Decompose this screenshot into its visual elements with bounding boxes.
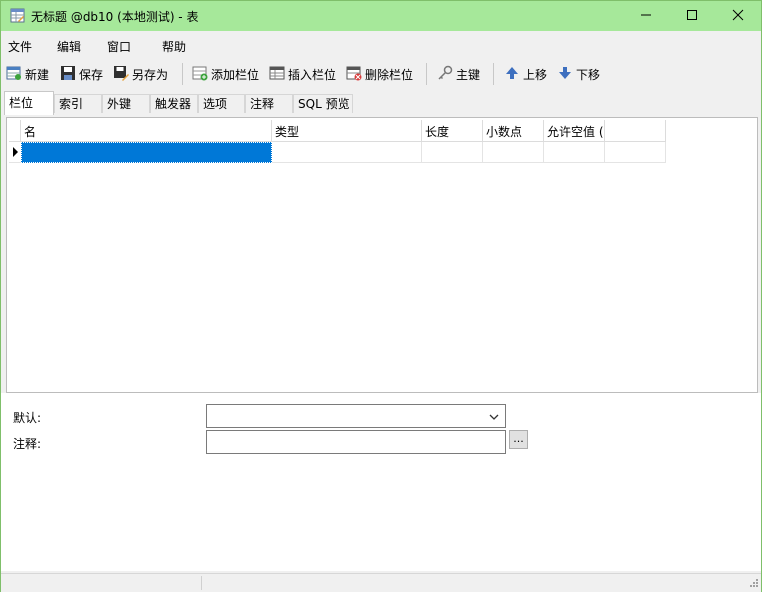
save-button[interactable]: 保存 [60,64,103,84]
menu-file[interactable]: 文件 [8,38,32,55]
move-up-label: 上移 [523,67,548,82]
move-up-button[interactable]: 上移 [504,64,547,84]
maximize-button[interactable] [669,1,715,31]
table-cell-name[interactable] [21,142,272,163]
columns-grid[interactable]: 名 类型 长度 小数点 允许空值 ( [6,117,758,393]
table-cell-type[interactable] [272,142,422,163]
table-designer-window: 无标题 @db10 (本地测试) - 表 文件 编辑 窗口 帮助 新建 保存 另… [0,0,762,592]
arrow-down-icon [557,65,573,84]
row-header-corner [9,120,21,142]
status-bar [1,573,761,592]
move-down-label: 下移 [576,67,601,82]
window-title: 无标题 @db10 (本地测试) - 表 [31,10,199,24]
tab-sql-preview[interactable]: SQL 预览 [293,94,353,113]
status-divider [201,576,202,590]
delete-column-label: 删除栏位 [365,67,414,82]
default-select[interactable] [206,404,506,428]
toolbar-separator [493,63,494,85]
table-app-icon [10,8,25,23]
new-label: 新建 [25,67,50,82]
insert-column-button[interactable]: 插入栏位 [269,64,336,84]
new-table-icon [6,65,22,84]
toolbar-separator [182,63,183,85]
title-bar: 无标题 @db10 (本地测试) - 表 [1,1,761,31]
comment-label: 注释: [13,437,42,451]
minimize-button[interactable] [623,1,669,31]
table-cell-extra[interactable] [605,142,666,163]
default-label: 默认: [13,411,42,425]
insert-column-label: 插入栏位 [288,67,337,82]
column-header-extra[interactable] [605,120,666,142]
comment-ellipsis-button[interactable]: ... [509,430,528,449]
menu-help[interactable]: 帮助 [162,38,186,55]
minimize-icon [640,9,652,24]
toolbar-separator [426,63,427,85]
save-label: 保存 [79,67,104,82]
column-header-length[interactable]: 长度 [422,120,483,142]
menu-bar: 文件 编辑 窗口 帮助 [1,31,761,59]
table-cell-decimals[interactable] [483,142,544,163]
save-icon [60,65,76,84]
column-header-allow-null[interactable]: 允许空值 ( [544,120,605,142]
key-icon [437,65,453,84]
close-icon [732,9,744,24]
tab-options[interactable]: 选项 [198,94,245,113]
column-header-type[interactable]: 类型 [272,120,422,142]
row-indicator[interactable] [9,142,21,163]
save-as-label: 另存为 [132,67,169,82]
tab-columns[interactable]: 栏位 [4,91,54,115]
menu-window[interactable]: 窗口 [107,38,131,55]
comment-input[interactable] [206,430,506,454]
add-column-label: 添加栏位 [211,67,260,82]
toolbar: 新建 保存 另存为 添加栏位 插入栏位 删除栏位 主键 上移 下移 [1,59,761,89]
save-as-icon [113,65,129,84]
column-header-name[interactable]: 名 [21,120,272,142]
delete-column-button[interactable]: 删除栏位 [346,64,413,84]
tab-foreign-keys[interactable]: 外键 [102,94,150,113]
tab-indexes[interactable]: 索引 [54,94,102,113]
new-button[interactable]: 新建 [6,64,49,84]
primary-key-label: 主键 [456,67,481,82]
table-cell-allow-null[interactable] [544,142,605,163]
menu-edit[interactable]: 编辑 [57,38,81,55]
delete-column-icon [346,65,362,84]
add-column-icon [192,65,208,84]
close-button[interactable] [715,1,761,31]
primary-key-button[interactable]: 主键 [437,64,480,84]
tab-comment[interactable]: 注释 [245,94,293,113]
save-as-button[interactable]: 另存为 [113,64,168,84]
tab-triggers[interactable]: 触发器 [150,94,198,113]
arrow-up-icon [504,65,520,84]
add-column-button[interactable]: 添加栏位 [192,64,259,84]
table-cell-length[interactable] [422,142,483,163]
tab-strip: 栏位 索引 外键 触发器 选项 注释 SQL 预览 [1,91,761,115]
move-down-button[interactable]: 下移 [557,64,600,84]
column-header-decimals[interactable]: 小数点 [483,120,544,142]
insert-column-icon [269,65,285,84]
maximize-icon [686,9,698,24]
